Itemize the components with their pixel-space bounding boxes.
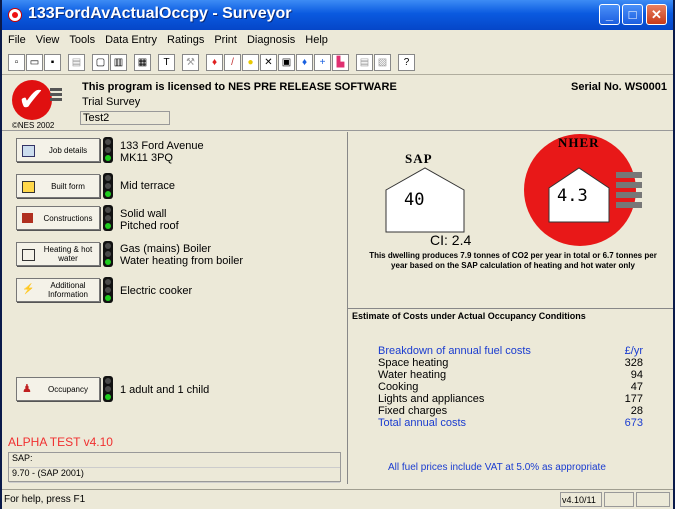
- nher-bars-icon: [616, 172, 642, 208]
- save-icon[interactable]: ▪: [44, 54, 61, 71]
- document-icon: [22, 145, 35, 157]
- window-title: 133FordAvActualOccpy - Surveyor: [28, 5, 292, 22]
- additional-info-summary: Electric cooker: [120, 285, 193, 297]
- ci-value: CI: 2.4: [430, 232, 472, 248]
- nher-value: 4.3: [557, 186, 588, 206]
- survey-name: Trial Survey: [82, 96, 141, 108]
- brick-wall-icon: [22, 213, 33, 223]
- job-details-summary: 133 Ford Avenue MK11 3PQ: [120, 140, 204, 164]
- open-folder-icon[interactable]: ▭: [26, 54, 43, 71]
- menu-tools[interactable]: Tools: [63, 32, 99, 46]
- built-form-icon: [22, 181, 35, 193]
- built-form-summary: Mid terrace: [120, 180, 176, 192]
- text-icon[interactable]: T: [158, 54, 175, 71]
- breakdown-row: Breakdown of annual fuel costs £/yr: [378, 345, 643, 357]
- status-pane: [636, 492, 670, 507]
- status-version: v4.10/11: [560, 492, 602, 507]
- serial-number: Serial No. WS0001: [571, 81, 667, 93]
- built-form-button[interactable]: Built form: [16, 174, 100, 198]
- constructions-summary: Solid wall Pitched roof: [120, 208, 179, 232]
- traffic-light-icon: [103, 205, 113, 231]
- co2-text: This dwelling produces 7.9 tonnes of CO2…: [369, 251, 657, 270]
- radiator-icon: [22, 249, 35, 261]
- cost-row: Cooking 47: [378, 381, 643, 393]
- app-icon[interactable]: [8, 8, 22, 22]
- job-details-button[interactable]: Job details: [16, 138, 100, 162]
- calculator-icon[interactable]: ▦: [134, 54, 151, 71]
- traffic-light-icon: [103, 137, 113, 163]
- traffic-light-icon: [103, 277, 113, 303]
- lightning-icon: ⚡: [22, 284, 35, 295]
- cross-icon[interactable]: ✕: [260, 54, 277, 71]
- sap-label: SAP: [405, 151, 433, 166]
- window-icon[interactable]: ▣: [278, 54, 295, 71]
- license-header: ©NES 2002 This program is licensed to NE…: [2, 78, 673, 131]
- nes-logo-icon: [12, 80, 52, 120]
- status-pane: [604, 492, 634, 507]
- cost-row: Space heating 328: [378, 357, 643, 369]
- new-icon[interactable]: ▫: [8, 54, 25, 71]
- heating-hot-water-button[interactable]: Heating & hot water: [16, 242, 100, 266]
- sap-value: 40: [404, 190, 425, 210]
- survey-summary-panel: Job details 133 Ford Avenue MK11 3PQ Buil…: [2, 132, 345, 484]
- sap-house-icon: [385, 167, 465, 233]
- maximize-button[interactable]: □: [622, 4, 643, 25]
- minimize-button[interactable]: _: [599, 4, 620, 25]
- flame-icon[interactable]: ♦: [206, 54, 223, 71]
- title-bar[interactable]: 133FordAvActualOccpy - Surveyor _ □ ✕: [2, 0, 673, 30]
- additional-information-button[interactable]: ⚡ Additional Information: [16, 278, 100, 302]
- survey-id-field[interactable]: Test2: [80, 111, 170, 125]
- people-icon: ♟: [22, 383, 32, 395]
- sap-version-label: SAP:: [9, 453, 340, 468]
- menu-ratings[interactable]: Ratings: [161, 32, 208, 46]
- bulb-icon[interactable]: ●: [242, 54, 259, 71]
- menu-help[interactable]: Help: [299, 32, 332, 46]
- print-preview-icon[interactable]: ▤: [68, 54, 85, 71]
- drop-icon[interactable]: ♦: [296, 54, 313, 71]
- graph-icon[interactable]: ▧: [374, 54, 391, 71]
- menu-file[interactable]: File: [2, 32, 30, 46]
- pen-icon[interactable]: /: [224, 54, 241, 71]
- print-icon[interactable]: ▥: [110, 54, 127, 71]
- cost-row: Fixed charges 28: [378, 405, 643, 417]
- status-bar: For help, press F1 v4.10/11: [2, 489, 673, 509]
- total-cost-row: Total annual costs 673: [378, 417, 643, 429]
- menu-diagnosis[interactable]: Diagnosis: [241, 32, 299, 46]
- vat-note: All fuel prices include VAT at 5.0% as a…: [388, 462, 606, 473]
- menu-bar: File View Tools Data Entry Ratings Print Diagn…: [2, 32, 673, 50]
- sap-version-value: 9.70 - (SAP 2001): [9, 468, 340, 483]
- copyright: ©NES 2002: [12, 121, 55, 130]
- sap-version-box: SAP: 9.70 - (SAP 2001): [8, 452, 341, 483]
- costs-title: Estimate of Costs under Actual Occupancy…: [352, 311, 586, 321]
- menu-view[interactable]: View: [30, 32, 64, 46]
- traffic-light-icon: [103, 241, 113, 267]
- occupancy-button[interactable]: ♟ Occupancy: [16, 377, 100, 401]
- traffic-light-icon: [103, 173, 113, 199]
- chart-icon[interactable]: ▙: [332, 54, 349, 71]
- toolbar: ▫ ▭ ▪ ▤ ▢ ▥ ▦ T ⚒ ♦ / ● ✕ ▣ ♦ + ▙ ▤ ▧ ?: [2, 52, 673, 75]
- application-window: 133FordAvActualOccpy - Surveyor _ □ ✕ Fi…: [2, 0, 673, 509]
- close-button[interactable]: ✕: [646, 4, 667, 25]
- tool-icon[interactable]: ⚒: [182, 54, 199, 71]
- nher-label: NHER: [558, 135, 600, 150]
- menu-data-entry[interactable]: Data Entry: [99, 32, 161, 46]
- cost-row: Water heating 94: [378, 369, 643, 381]
- report-icon[interactable]: ▤: [356, 54, 373, 71]
- help-icon[interactable]: ?: [398, 54, 415, 71]
- ratings-panel: SAP 40 NHER 4.3 CI: 2.4 This dwelling pr…: [347, 132, 673, 484]
- heating-summary: Gas (mains) Boiler Water heating from boi…: [120, 243, 244, 267]
- status-help-text: For help, press F1: [4, 494, 86, 505]
- constructions-button[interactable]: Constructions: [16, 206, 100, 230]
- add-icon[interactable]: +: [314, 54, 331, 71]
- occupancy-summary: 1 adult and 1 child: [120, 384, 210, 396]
- traffic-light-icon: [103, 376, 113, 402]
- alpha-test-label: ALPHA TEST v4.10: [8, 435, 113, 449]
- cost-row: Lights and appliances 177: [378, 393, 643, 405]
- copy-icon[interactable]: ▢: [92, 54, 109, 71]
- license-text: This program is licensed to NES PRE RELE…: [82, 81, 397, 93]
- costs-section: Estimate of Costs under Actual Occupancy…: [348, 308, 673, 485]
- menu-print[interactable]: Print: [208, 32, 241, 46]
- logo-bars-icon: [50, 88, 62, 103]
